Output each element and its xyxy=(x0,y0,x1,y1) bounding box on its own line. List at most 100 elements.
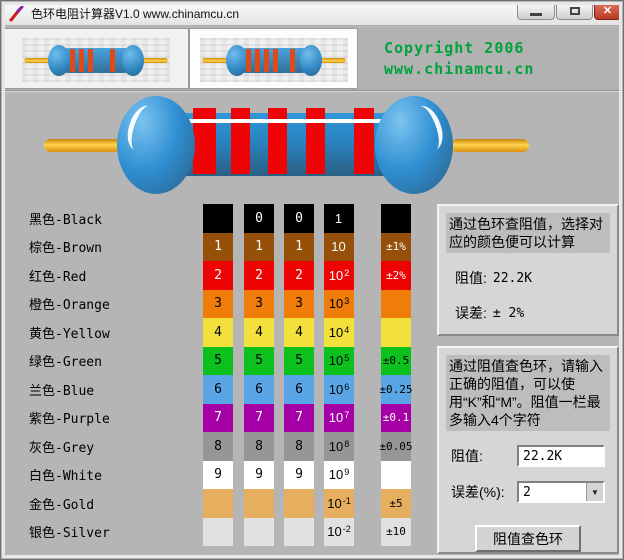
band1-color-cell[interactable] xyxy=(203,489,233,518)
band2-color-cell[interactable]: 9 xyxy=(244,461,274,490)
maximize-icon xyxy=(570,7,580,15)
minimize-button[interactable] xyxy=(517,2,555,20)
minimize-icon xyxy=(530,13,542,16)
color-label: 黑色-Black xyxy=(29,204,110,233)
resistance-result-value: 22.2K xyxy=(493,271,532,286)
band1-column: 1 2 3 4 5 6 7 8 9 xyxy=(203,204,233,546)
band1-color-cell[interactable]: 8 xyxy=(203,432,233,461)
band3-color-cell[interactable]: 9 xyxy=(284,461,314,490)
tolerance-cell[interactable] xyxy=(381,318,411,347)
tolerance-cell[interactable]: ±5 xyxy=(381,489,411,518)
band1-color-cell[interactable]: 9 xyxy=(203,461,233,490)
band3-color-cell[interactable]: 4 xyxy=(284,318,314,347)
band3-color-cell[interactable]: 3 xyxy=(284,290,314,319)
multiplier-cell[interactable]: 107 xyxy=(324,404,354,433)
resistor-cap-right xyxy=(375,96,453,194)
band2-color-cell[interactable]: 0 xyxy=(244,204,274,233)
band1-color-cell[interactable] xyxy=(203,204,233,233)
band3-color-cell[interactable]: 7 xyxy=(284,404,314,433)
tolerance-cell[interactable] xyxy=(381,461,411,490)
resistor-band-1 xyxy=(193,108,216,174)
copyright-banner: Copyright 2006 www.chinamcu.cn xyxy=(358,28,622,89)
multiplier-cell[interactable]: 10-1 xyxy=(324,489,354,518)
multiplier-column: 1 10 102 103 104 105 106 107 108 109 10-… xyxy=(324,204,354,546)
tolerance-cell[interactable]: ±10 xyxy=(381,518,411,547)
band1-color-cell[interactable]: 6 xyxy=(203,375,233,404)
query-by-value-instructions: 通过阻值查色环，请输入正确的阻值，可以使用“K”和“M”。阻值一栏最多输入4个字… xyxy=(446,355,610,431)
multiplier-cell[interactable]: 105 xyxy=(324,347,354,376)
band3-color-cell[interactable]: 5 xyxy=(284,347,314,376)
band2-color-cell[interactable]: 4 xyxy=(244,318,274,347)
tolerance-cell[interactable] xyxy=(381,290,411,319)
band2-color-cell[interactable]: 3 xyxy=(244,290,274,319)
band3-color-cell[interactable] xyxy=(284,518,314,547)
band2-color-cell[interactable]: 5 xyxy=(244,347,274,376)
band1-color-cell[interactable]: 3 xyxy=(203,290,233,319)
multiplier-cell[interactable]: 1 xyxy=(324,204,354,233)
titlebar[interactable]: 色环电阻计算器V1.0 www.chinamcu.cn ✕ xyxy=(2,2,622,26)
multiplier-cell[interactable]: 102 xyxy=(324,261,354,290)
tolerance-cell[interactable]: ±0.5 xyxy=(381,347,411,376)
tolerance-cell[interactable]: ±0.25 xyxy=(381,375,411,404)
band3-color-cell[interactable]: 8 xyxy=(284,432,314,461)
color-label: 橙色-Orange xyxy=(29,290,110,319)
multiplier-cell[interactable]: 10-2 xyxy=(324,518,354,547)
app-icon xyxy=(9,6,25,22)
window-title: 色环电阻计算器V1.0 www.chinamcu.cn xyxy=(31,5,239,22)
tolerance-select[interactable]: 2 ▼ xyxy=(517,481,605,503)
band3-color-cell[interactable]: 0 xyxy=(284,204,314,233)
color-table-labels: 黑色-Black 棕色-Brown 红色-Red 橙色-Orange 黄色-Ye… xyxy=(29,204,110,546)
color-label: 绿色-Green xyxy=(29,347,110,376)
resistor-lead-left xyxy=(44,139,124,152)
band2-color-cell[interactable] xyxy=(244,489,274,518)
color-label: 银色-Silver xyxy=(29,518,110,547)
band3-color-cell[interactable] xyxy=(284,489,314,518)
band2-color-cell[interactable]: 7 xyxy=(244,404,274,433)
lookup-colors-button[interactable]: 阻值查色环 xyxy=(475,525,581,552)
tolerance-cell[interactable]: ±1% xyxy=(381,233,411,262)
tolerance-select-label: 误差(%): xyxy=(451,482,517,502)
resistor-band-5 xyxy=(354,108,374,174)
band1-color-cell[interactable]: 5 xyxy=(203,347,233,376)
band1-color-cell[interactable] xyxy=(203,518,233,547)
band1-color-cell[interactable]: 7 xyxy=(203,404,233,433)
color-label: 金色-Gold xyxy=(29,489,110,518)
color-label: 紫色-Purple xyxy=(29,404,110,433)
band1-color-cell[interactable]: 2 xyxy=(203,261,233,290)
resistor-5band-image xyxy=(200,38,348,82)
band1-color-cell[interactable]: 4 xyxy=(203,318,233,347)
multiplier-cell[interactable]: 106 xyxy=(324,375,354,404)
copyright-line2: www.chinamcu.cn xyxy=(384,59,622,80)
tolerance-cell[interactable]: ±2% xyxy=(381,261,411,290)
resistance-result-label: 阻值: xyxy=(455,268,487,288)
band3-color-cell[interactable]: 2 xyxy=(284,261,314,290)
color-label: 棕色-Brown xyxy=(29,233,110,262)
copyright-line1: Copyright 2006 xyxy=(384,38,622,59)
band2-color-cell[interactable]: 6 xyxy=(244,375,274,404)
band2-color-cell[interactable]: 8 xyxy=(244,432,274,461)
band2-color-cell[interactable]: 1 xyxy=(244,233,274,262)
close-button[interactable]: ✕ xyxy=(594,2,621,20)
band1-color-cell[interactable]: 1 xyxy=(203,233,233,262)
band2-color-cell[interactable] xyxy=(244,518,274,547)
multiplier-cell[interactable]: 10 xyxy=(324,233,354,262)
band3-color-cell[interactable]: 1 xyxy=(284,233,314,262)
multiplier-cell[interactable]: 103 xyxy=(324,290,354,319)
multiplier-cell[interactable]: 109 xyxy=(324,461,354,490)
resistor-lead-right xyxy=(451,139,529,152)
multiplier-cell[interactable]: 104 xyxy=(324,318,354,347)
resistance-input-label: 阻值: xyxy=(451,446,517,466)
tolerance-cell[interactable]: ±0.1 xyxy=(381,404,411,433)
tolerance-cell[interactable] xyxy=(381,204,411,233)
band3-color-cell[interactable]: 6 xyxy=(284,375,314,404)
tab-4band-resistor[interactable] xyxy=(4,28,189,89)
chevron-down-icon[interactable]: ▼ xyxy=(586,483,603,501)
maximize-button[interactable] xyxy=(556,2,593,20)
color-label: 灰色-Grey xyxy=(29,432,110,461)
resistor-band-3 xyxy=(268,108,287,174)
tolerance-cell[interactable]: ±0.05 xyxy=(381,432,411,461)
resistance-input[interactable] xyxy=(517,445,605,467)
tab-5band-resistor[interactable] xyxy=(189,28,358,89)
multiplier-cell[interactable]: 108 xyxy=(324,432,354,461)
band2-color-cell[interactable]: 2 xyxy=(244,261,274,290)
